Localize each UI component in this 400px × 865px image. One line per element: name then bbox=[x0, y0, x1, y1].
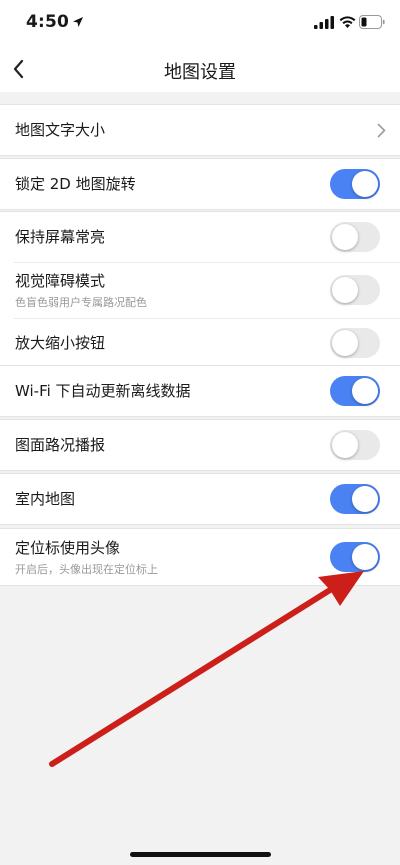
page-title: 地图设置 bbox=[164, 62, 236, 83]
settings-group-offline: Wi-Fi 下自动更新离线数据 bbox=[0, 365, 400, 417]
setting-indoor-map: 室内地图 bbox=[0, 474, 400, 524]
visual-impairment-toggle[interactable] bbox=[330, 275, 380, 305]
cellular-signal-icon bbox=[314, 16, 334, 29]
setting-label: Wi-Fi 下自动更新离线数据 bbox=[15, 382, 191, 400]
location-arrow-icon bbox=[73, 17, 83, 27]
toggle-knob bbox=[332, 224, 358, 250]
setting-visual-impairment-mode: 视觉障碍模式 色盲色弱用户专属路况配色 bbox=[0, 262, 400, 318]
battery-icon bbox=[359, 15, 385, 29]
avatar-location-marker-toggle[interactable] bbox=[330, 542, 380, 572]
nav-bar: 地图设置 bbox=[0, 44, 400, 92]
toggle-knob bbox=[352, 486, 378, 512]
setting-avatar-location-marker: 定位标使用头像 开启后，头像出现在定位标上 bbox=[0, 529, 400, 585]
setting-wifi-auto-update: Wi-Fi 下自动更新离线数据 bbox=[0, 366, 400, 416]
keep-screen-on-toggle[interactable] bbox=[330, 222, 380, 252]
setting-label: 图面路况播报 bbox=[15, 436, 106, 454]
setting-label: 定位标使用头像 bbox=[15, 539, 121, 557]
traffic-broadcast-toggle[interactable] bbox=[330, 430, 380, 460]
setting-lock-2d-rotation: 锁定 2D 地图旋转 bbox=[0, 159, 400, 209]
status-time: 4:50 bbox=[26, 12, 70, 32]
setting-description: 开启后，头像出现在定位标上 bbox=[15, 563, 158, 576]
setting-map-text-size[interactable]: 地图文字大小 bbox=[0, 105, 400, 155]
settings-group-rotation: 锁定 2D 地图旋转 bbox=[0, 158, 400, 210]
settings-group-traffic: 图面路况播报 bbox=[0, 419, 400, 471]
wifi-icon bbox=[339, 16, 356, 28]
setting-label: 放大缩小按钮 bbox=[15, 334, 106, 352]
toggle-knob bbox=[332, 277, 358, 303]
wifi-auto-update-toggle[interactable] bbox=[330, 376, 380, 406]
settings-group-display: 保持屏幕常亮 视觉障碍模式 色盲色弱用户专属路况配色 放大缩小按钮 bbox=[0, 211, 400, 369]
setting-zoom-buttons: 放大缩小按钮 bbox=[0, 318, 400, 368]
toggle-knob bbox=[352, 171, 378, 197]
chevron-right-icon bbox=[377, 123, 386, 138]
settings-group-text: 地图文字大小 bbox=[0, 104, 400, 156]
setting-keep-screen-on: 保持屏幕常亮 bbox=[0, 212, 400, 262]
indoor-map-toggle[interactable] bbox=[330, 484, 380, 514]
setting-label: 锁定 2D 地图旋转 bbox=[15, 175, 136, 193]
setting-label: 地图文字大小 bbox=[15, 121, 106, 139]
setting-label: 视觉障碍模式 bbox=[15, 272, 106, 290]
setting-description: 色盲色弱用户专属路况配色 bbox=[15, 296, 147, 309]
zoom-buttons-toggle[interactable] bbox=[330, 328, 380, 358]
toggle-knob bbox=[352, 378, 378, 404]
setting-label: 室内地图 bbox=[15, 490, 76, 508]
setting-label: 保持屏幕常亮 bbox=[15, 228, 106, 246]
lock-2d-rotation-toggle[interactable] bbox=[330, 169, 380, 199]
home-indicator bbox=[130, 852, 271, 857]
setting-traffic-broadcast: 图面路况播报 bbox=[0, 420, 400, 470]
toggle-knob bbox=[352, 544, 378, 570]
settings-group-indoor: 室内地图 bbox=[0, 473, 400, 525]
toggle-knob bbox=[332, 330, 358, 356]
settings-group-avatar: 定位标使用头像 开启后，头像出现在定位标上 bbox=[0, 528, 400, 586]
arrow-shaft bbox=[49, 587, 333, 767]
status-bar: 4:50 bbox=[0, 0, 400, 44]
toggle-knob bbox=[332, 432, 358, 458]
